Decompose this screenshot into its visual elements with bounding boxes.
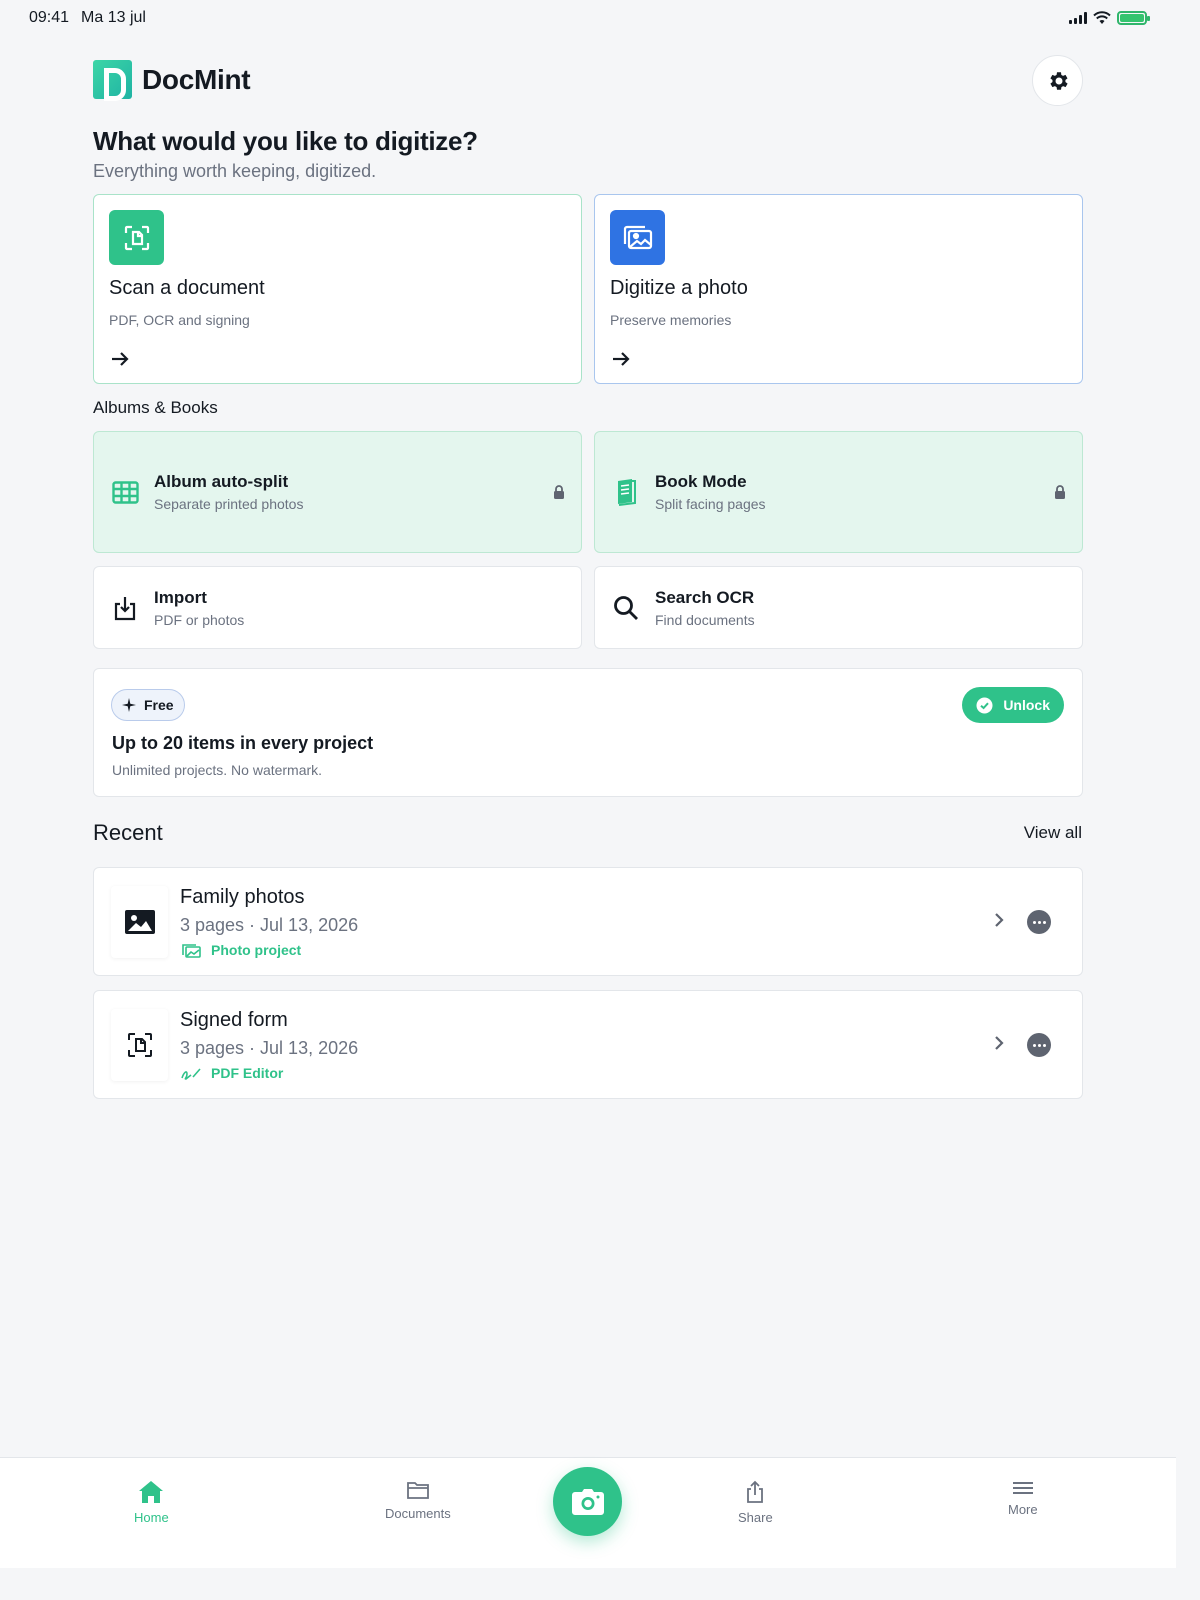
scan-document-icon [111,1009,168,1081]
tab-more-label: More [1008,1502,1038,1517]
digitize-photo-subtitle: Preserve memories [610,312,732,328]
recent-item-meta: 3 pages · Jul 13, 2026 [180,1038,359,1058]
tab-home-label: Home [134,1510,169,1525]
free-badge: Free [111,689,185,721]
tab-share-label: Share [738,1510,773,1525]
status-bar: 09:41 Ma 13 jul [0,0,1176,36]
photos-icon [182,943,201,958]
recent-item-title: Family photos [180,886,305,908]
recent-item-title: Signed form [180,1009,288,1031]
folder-icon [406,1482,429,1499]
import-subtitle: PDF or photos [154,611,245,628]
gear-icon [1049,71,1068,90]
status-time: 09:41 [29,9,70,26]
view-all-link[interactable]: View all [1024,823,1082,843]
share-icon [747,1480,764,1503]
docmint-logo [93,60,132,101]
albums-books-label: Albums & Books [93,398,218,417]
page-title: What would you like to digitize? [93,126,478,156]
search-ocr-title: Search OCR [655,587,755,607]
camera-button[interactable] [553,1467,622,1536]
book-mode-card[interactable]: Book Mode Split facing pages [594,431,1083,553]
free-badge-label: Free [144,697,174,713]
album-auto-split-title: Album auto-split [154,472,289,491]
arrow-right-icon [613,352,630,366]
image-icon [111,886,168,958]
tab-documents[interactable]: Documents [385,1480,451,1521]
lock-icon [1055,485,1065,499]
grid-icon [110,477,140,507]
import-title: Import [154,587,207,607]
signal-icon [1069,12,1087,24]
more-options-button[interactable] [1027,1033,1051,1057]
book-mode-subtitle: Split facing pages [655,496,766,512]
sparkle-icon [122,698,136,712]
tab-more[interactable]: More [1008,1480,1038,1517]
recent-item-tag: PDF Editor [181,1065,283,1081]
chevron-right-icon[interactable] [994,1035,1004,1051]
more-options-button[interactable] [1027,910,1051,934]
import-card[interactable]: Import PDF or photos [93,566,582,649]
promo-subtitle: Unlimited projects. No watermark. [112,762,323,778]
scan-document-title: Scan a document [109,277,265,299]
recent-item-tag: Photo project [181,942,301,958]
unlock-button[interactable]: Unlock [962,687,1064,723]
recent-item[interactable]: Family photos 3 pages · Jul 13, 2026 Pho… [93,867,1083,976]
battery-icon [1117,11,1150,25]
free-plan-card: Free Unlock Up to 20 items in every proj… [93,668,1083,797]
search-icon [611,593,641,623]
settings-button[interactable] [1032,55,1083,106]
search-ocr-card[interactable]: Search OCR Find documents [594,566,1083,649]
book-mode-title: Book Mode [655,472,747,491]
menu-icon [1012,1482,1033,1494]
chevron-right-icon[interactable] [994,912,1004,928]
promo-title: Up to 20 items in every project [112,733,374,753]
digitize-photo-title: Digitize a photo [610,277,748,299]
search-ocr-subtitle: Find documents [655,611,755,628]
recent-item[interactable]: Signed form 3 pages · Jul 13, 2026 PDF E… [93,990,1083,1099]
scan-document-subtitle: PDF, OCR and signing [109,312,250,328]
scan-document-card[interactable]: Scan a document PDF, OCR and signing [93,194,582,384]
album-auto-split-card[interactable]: Album auto-split Separate printed photos [93,431,582,553]
home-icon [139,1481,164,1503]
tab-documents-label: Documents [385,1506,451,1521]
photos-icon [610,210,665,265]
arrow-right-icon [112,352,129,366]
tab-share[interactable]: Share [738,1480,773,1525]
album-auto-split-subtitle: Separate printed photos [154,496,304,512]
book-icon [611,477,641,507]
brand: DocMint [93,60,251,101]
wifi-icon [1093,11,1111,24]
brand-name: DocMint [142,63,251,95]
check-badge-icon [976,697,993,713]
recent-item-tag-label: Photo project [211,942,302,958]
recent-item-tag-label: PDF Editor [211,1065,284,1081]
signature-icon [181,1067,201,1080]
digitize-photo-card[interactable]: Digitize a photo Preserve memories [594,194,1083,384]
recent-item-meta: 3 pages · Jul 13, 2026 [180,915,359,935]
camera-icon [571,1488,604,1515]
unlock-label: Unlock [1003,697,1050,713]
tab-home[interactable]: Home [134,1480,169,1525]
scan-document-icon [109,210,164,265]
lock-icon [554,485,564,499]
status-date: Ma 13 jul [81,9,146,26]
recent-heading: Recent [93,820,163,845]
page-subtitle: Everything worth keeping, digitized. [93,161,377,181]
import-icon [110,593,140,623]
